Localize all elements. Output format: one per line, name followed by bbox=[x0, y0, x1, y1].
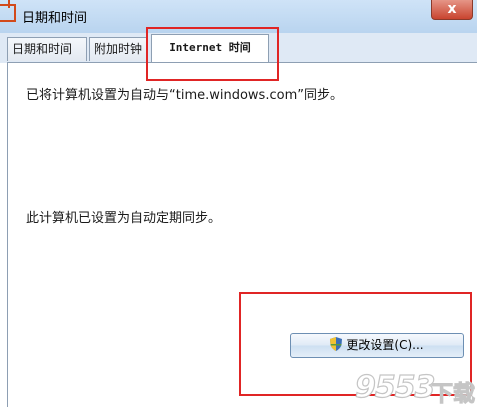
sync-status-text: 已将计算机设置为自动与“time.windows.com”同步。 bbox=[26, 88, 343, 103]
schedule-status-text: 此计算机已设置为自动定期同步。 bbox=[26, 211, 222, 226]
tab-additional-clocks[interactable]: 附加时钟 bbox=[89, 37, 147, 61]
watermark-number: 9553 bbox=[354, 369, 436, 405]
tab-date-time[interactable]: 日期和时间 bbox=[7, 37, 87, 61]
close-button[interactable]: x bbox=[431, 0, 473, 20]
watermark-text: 下载 bbox=[430, 382, 476, 408]
watermark-logo: 9553 下载 bbox=[354, 368, 477, 408]
app-icon bbox=[0, 0, 16, 22]
window-title: 日期和时间 bbox=[22, 11, 88, 26]
highlight-box-tab bbox=[146, 27, 279, 81]
